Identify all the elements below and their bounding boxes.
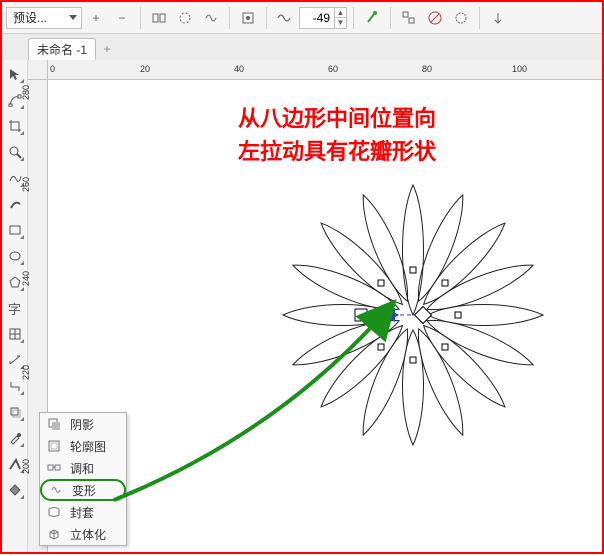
distort-icon — [48, 482, 64, 498]
ruler-number: 240 — [21, 271, 31, 286]
toolbox: 字 — [2, 60, 28, 552]
ruler-number: 40 — [234, 64, 244, 74]
ruler-number: 80 — [422, 64, 432, 74]
amplitude-input[interactable] — [300, 11, 334, 25]
flyout-item-envelope[interactable]: 封套 — [40, 501, 126, 523]
twister-icon[interactable] — [199, 6, 223, 30]
tab-label: 未命名 -1 — [37, 41, 87, 58]
pick-tool-icon[interactable] — [5, 64, 25, 84]
flyout-label: 轮廓图 — [70, 438, 106, 455]
eyedropper-tool-icon[interactable] — [5, 428, 25, 448]
effects-flyout-menu: 阴影 轮廓图 调和 变形 封套 立体化 — [39, 412, 127, 546]
horizontal-ruler[interactable]: 0 20 40 60 80 100 — [48, 60, 602, 80]
clear-distortion-icon[interactable] — [449, 6, 473, 30]
flyout-label: 阴影 — [70, 416, 94, 433]
flyout-item-shadow[interactable]: 阴影 — [40, 413, 126, 435]
app-window: 预设... + − ▲▼ — [0, 0, 604, 554]
separator — [479, 7, 480, 29]
ruler-number: 100 — [512, 64, 527, 74]
push-pull-icon[interactable] — [147, 6, 171, 30]
flyout-item-blend[interactable]: 调和 — [40, 457, 126, 479]
flower-shape[interactable] — [268, 170, 558, 463]
table-tool-icon[interactable] — [5, 324, 25, 344]
copy-props-icon[interactable] — [486, 6, 510, 30]
rectangle-tool-icon[interactable] — [5, 220, 25, 240]
drawing-canvas[interactable]: 从八边形中间位置向 左拉动具有花瓣形状 — [48, 80, 602, 552]
convert-curve-icon[interactable] — [423, 6, 447, 30]
distortion-anchor-icon[interactable] — [236, 6, 260, 30]
flyout-label: 变形 — [72, 482, 96, 499]
blend-icon — [46, 460, 62, 476]
chevron-down-icon — [69, 15, 77, 20]
separator — [140, 7, 141, 29]
flyout-item-extrude[interactable]: 立体化 — [40, 523, 126, 545]
ellipse-tool-icon[interactable] — [5, 246, 25, 266]
crop-tool-icon[interactable] — [5, 116, 25, 136]
separator — [353, 7, 354, 29]
preset-dropdown[interactable]: 预设... — [6, 7, 82, 29]
flyout-label: 调和 — [70, 460, 94, 477]
fill-tool-icon[interactable] — [5, 480, 25, 500]
ruler-number: 0 — [50, 64, 55, 74]
flyout-label: 立体化 — [70, 526, 106, 543]
annotation-text: 从八边形中间位置向 左拉动具有花瓣形状 — [238, 102, 592, 168]
center-distortion-icon[interactable] — [397, 6, 421, 30]
ruler-number: 200 — [21, 459, 31, 474]
contour-icon — [46, 438, 62, 454]
zoom-tool-icon[interactable] — [5, 142, 25, 162]
spinner[interactable]: ▲▼ — [334, 8, 346, 28]
ruler-number: 60 — [328, 64, 338, 74]
new-tab-button[interactable]: + — [96, 38, 118, 60]
ruler-corner[interactable] — [28, 60, 48, 80]
annotation-line1: 从八边形中间位置向 — [238, 102, 592, 135]
flyout-item-contour[interactable]: 轮廓图 — [40, 435, 126, 457]
ruler-number: 20 — [140, 64, 150, 74]
preset-label: 预设... — [13, 9, 47, 26]
ruler-number: 260 — [21, 177, 31, 192]
separator — [229, 7, 230, 29]
annotation-line2: 左拉动具有花瓣形状 — [238, 135, 592, 168]
effects-tool-icon[interactable] — [5, 402, 25, 422]
flyout-label: 封套 — [70, 504, 94, 521]
separator — [266, 7, 267, 29]
add-preset-button[interactable]: + — [84, 6, 108, 30]
tab-active[interactable]: 未命名 -1 — [28, 38, 96, 60]
ruler-number: 280 — [21, 85, 31, 100]
add-node-icon[interactable] — [360, 6, 384, 30]
document-tab-bar: 未命名 -1 + — [2, 34, 602, 60]
shadow-icon — [46, 416, 62, 432]
ruler-number: 220 — [21, 365, 31, 380]
separator — [390, 7, 391, 29]
text-tool-icon[interactable]: 字 — [5, 298, 25, 318]
property-bar: 预设... + − ▲▼ — [2, 2, 602, 34]
zipper-icon[interactable] — [173, 6, 197, 30]
amplitude-field[interactable]: ▲▼ — [299, 7, 347, 29]
amplitude-icon[interactable] — [273, 6, 297, 30]
extrude-icon — [46, 526, 62, 542]
smart-draw-tool-icon[interactable] — [5, 194, 25, 214]
flyout-item-distort[interactable]: 变形 — [40, 479, 126, 501]
envelope-icon — [46, 504, 62, 520]
remove-preset-button[interactable]: − — [110, 6, 134, 30]
